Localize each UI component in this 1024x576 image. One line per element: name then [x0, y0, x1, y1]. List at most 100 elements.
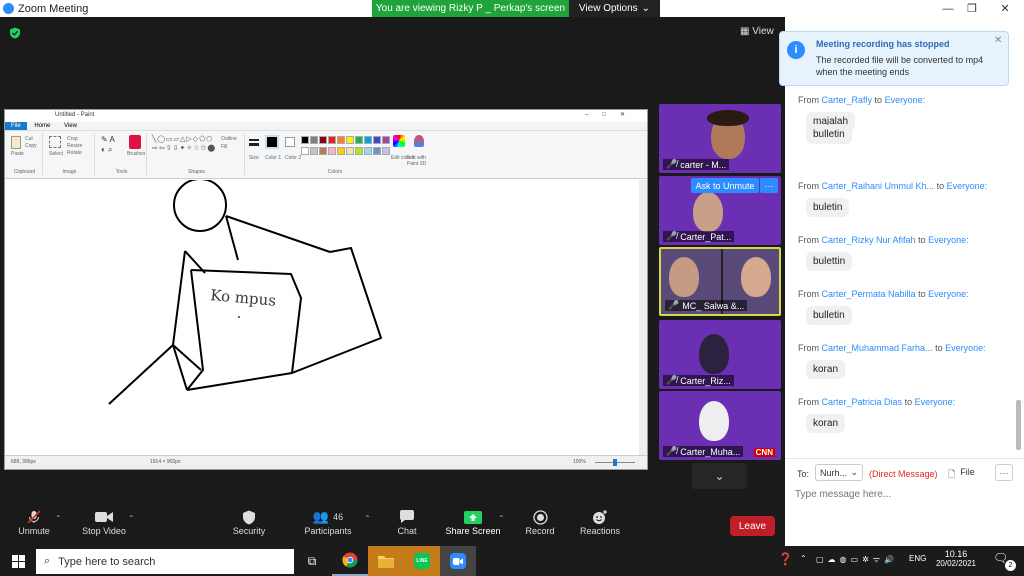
recipient-name[interactable]: Everyone: [928, 235, 969, 245]
help-icon[interactable]: ❓ [778, 552, 793, 566]
color-swatch[interactable] [364, 136, 372, 144]
ribbon-group-paint3d: Edit with Paint 3D [407, 133, 431, 175]
color-swatch[interactable] [355, 147, 363, 155]
sender-name[interactable]: Carter_Patricia Dias [822, 397, 903, 407]
color-swatch[interactable] [328, 147, 336, 155]
audio-options-caret[interactable]: ⌃ [55, 514, 62, 523]
view-options-button[interactable]: View Options ⌄ [569, 0, 660, 17]
paint-vertical-scrollbar[interactable] [639, 180, 647, 455]
tray-overflow-icon[interactable]: ⌃ [800, 554, 807, 563]
paint-tab-file[interactable]: File [5, 122, 27, 130]
chat-message-bubble: bulletin [806, 306, 852, 325]
line-app-icon[interactable]: LINE [404, 546, 440, 576]
security-button[interactable]: Security [219, 508, 279, 536]
color-palette[interactable] [301, 136, 393, 158]
color-swatch[interactable] [337, 136, 345, 144]
ask-to-unmute-button[interactable]: Ask to Unmute [691, 178, 759, 193]
chat-message-bubble: koran [806, 414, 846, 433]
chat-more-button[interactable]: ··· [995, 464, 1013, 481]
chat-message-header: From Carter_Rizky Nur Afifah to Everyone… [798, 235, 969, 245]
screen-share-banner: You are viewing Rizky P _ Perkap's scree… [372, 0, 569, 17]
recipient-name[interactable]: Everyone: [945, 343, 986, 353]
chat-message: From Carter_Permata Nabilla to Everyone:… [798, 289, 1013, 325]
video-tile[interactable]: 🎤̸ carter - M... [659, 104, 781, 173]
recipient-name[interactable]: Everyone: [947, 181, 988, 191]
stop-video-button[interactable]: Stop Video [74, 508, 134, 536]
taskbar-clock[interactable]: 10.16 20/02/2021 [935, 549, 977, 568]
video-options-caret[interactable]: ⌃ [128, 514, 135, 523]
meeting-area: ▦ View Untitled - Paint –□✕ File Home Vi… [0, 17, 785, 504]
zoom-app-icon[interactable] [440, 546, 476, 576]
recipient-name[interactable]: Everyone: [885, 95, 926, 105]
color-swatch[interactable] [373, 147, 381, 155]
chat-scrollbar[interactable] [1016, 400, 1021, 450]
color-swatch[interactable] [373, 136, 381, 144]
to-label: To: [797, 469, 810, 479]
leave-button[interactable]: Leave [730, 516, 775, 536]
paint-title: Untitled - Paint [55, 112, 95, 118]
video-tile-active-speaker[interactable]: 🎤 MC_ Salwa &... [659, 247, 781, 316]
color-swatch[interactable] [346, 147, 354, 155]
color-swatch[interactable] [319, 136, 327, 144]
share-options-caret[interactable]: ⌃ [498, 514, 505, 523]
input-language[interactable]: ENG [909, 554, 926, 563]
share-screen-button[interactable]: Share Screen [443, 508, 503, 536]
notification-count-badge: 2 [1005, 560, 1016, 571]
tray-icons[interactable]: ▢☁◍▭✲ᯤ🔊 [816, 554, 898, 565]
recipient-select[interactable]: Nurh... ⌄ [815, 464, 863, 481]
taskbar-search[interactable]: ⌕ Type here to search [36, 549, 294, 574]
shared-paint-window: Untitled - Paint –□✕ File Home View Past… [4, 109, 648, 470]
close-icon[interactable]: ✕ [994, 35, 1002, 46]
sender-name[interactable]: Carter_Permata Nabilla [822, 289, 916, 299]
tiles-scroll-down-button[interactable]: ⌄ [692, 463, 747, 489]
chat-message-bubble: buletin [806, 198, 850, 217]
recipient-name[interactable]: Everyone: [928, 289, 969, 299]
sender-name[interactable]: Carter_Muhammad Farha... [822, 343, 933, 353]
gallery-view-button[interactable]: ▦ View [740, 26, 774, 37]
color-swatch[interactable] [364, 147, 372, 155]
participants-button[interactable]: 👥 46 Participants [298, 508, 358, 536]
paint-tab-home[interactable]: Home [28, 122, 56, 130]
video-tile[interactable]: CNN 🎤̸ Carter_Muha... [659, 391, 781, 460]
color-swatch[interactable] [301, 147, 309, 155]
video-tile[interactable]: 🎤̸ Carter_Riz... [659, 320, 781, 389]
color-swatch[interactable] [328, 136, 336, 144]
color-swatch[interactable] [355, 136, 363, 144]
tile-name: 🎤 MC_ Salwa &... [665, 300, 748, 311]
maximize-icon[interactable]: ❐ [957, 0, 987, 17]
color-swatch[interactable] [310, 147, 318, 155]
mic-muted-icon: 🎤̸ [666, 375, 678, 385]
reactions-button[interactable]: Reactions [570, 508, 630, 536]
record-button[interactable]: Record [510, 508, 570, 536]
paint-canvas[interactable]: Ko mpus [5, 180, 639, 452]
windows-taskbar: ⌕ Type here to search ⧉ LINE ❓ ⌃ ▢☁◍▭✲ᯤ🔊… [0, 546, 1024, 576]
color-swatch[interactable] [301, 136, 309, 144]
ribbon-group-image: Select Crop Resize Rotate Image [45, 133, 95, 175]
chrome-app-icon[interactable] [332, 546, 368, 576]
recipient-name[interactable]: Everyone: [915, 397, 956, 407]
color-swatch[interactable] [319, 147, 327, 155]
tile-more-button[interactable]: ··· [760, 178, 778, 193]
sender-name[interactable]: Carter_Rafly [822, 95, 873, 105]
file-button[interactable]: 🗋 File [948, 467, 975, 483]
participants-options-caret[interactable]: ⌃ [364, 514, 371, 523]
encryption-shield-icon[interactable] [9, 27, 21, 39]
color-swatch[interactable] [346, 136, 354, 144]
sender-name[interactable]: Carter_Rizky Nur Afifah [822, 235, 916, 245]
chat-message: From Carter_Muhammad Farha... to Everyon… [798, 343, 1013, 379]
chevron-down-icon: ⌄ [714, 469, 725, 483]
chat-button[interactable]: Chat [377, 508, 437, 536]
chevron-down-icon: ⌄ [850, 467, 858, 477]
sender-name[interactable]: Carter_Raihani Ummul Kh... [822, 181, 935, 191]
color-swatch[interactable] [337, 147, 345, 155]
color-swatch[interactable] [382, 136, 390, 144]
chat-message-input[interactable] [795, 485, 1015, 503]
windows-start-icon[interactable] [0, 546, 36, 576]
paint-tab-view[interactable]: View [58, 122, 83, 130]
color-swatch[interactable] [310, 136, 318, 144]
close-icon[interactable]: ✕ [990, 0, 1020, 17]
color-swatch[interactable] [382, 147, 390, 155]
task-view-icon[interactable]: ⧉ [294, 546, 330, 576]
video-camera-icon [74, 508, 134, 526]
file-explorer-app-icon[interactable] [368, 546, 404, 576]
